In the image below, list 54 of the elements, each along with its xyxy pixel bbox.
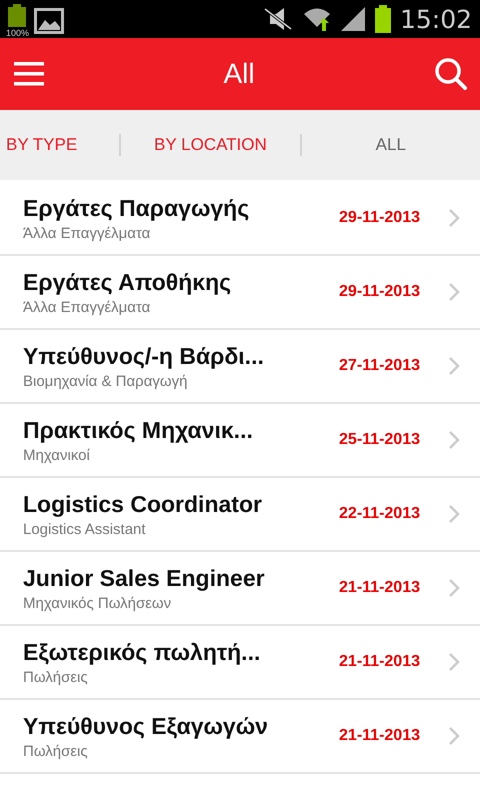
search-button[interactable] bbox=[434, 57, 468, 91]
job-row[interactable]: Υπεύθυνος/-η Βάρδι... Βιομηχανία & Παραγωγή 27-11-2013 bbox=[0, 330, 480, 404]
chevron-icon bbox=[448, 356, 460, 376]
mute-icon bbox=[262, 6, 294, 32]
job-title: Πρακτικός Μηχανικ... bbox=[23, 416, 254, 444]
job-title: Εξωτερικός πωλητή... bbox=[23, 638, 262, 666]
job-date: 27-11-2013 bbox=[339, 357, 420, 375]
job-category: Logistics Assistant bbox=[23, 520, 147, 538]
screen-title: All bbox=[223, 58, 255, 90]
menu-icon bbox=[14, 60, 44, 88]
chevron-icon bbox=[448, 652, 460, 672]
job-row[interactable]: Εργάτες Αποθήκης Άλλα Επαγγέλματα 29-11-2013 bbox=[0, 256, 480, 330]
tab[interactable]: BY TYPE bbox=[0, 129, 84, 161]
job-date: 25-11-2013 bbox=[339, 431, 420, 449]
chevron-icon bbox=[448, 208, 460, 228]
job-category: Άλλα Επαγγέλματα bbox=[23, 298, 152, 316]
search-icon bbox=[434, 57, 468, 91]
job-row[interactable]: Εργάτες Παραγωγής Άλλα Επαγγέλματα 29-11-2013 bbox=[0, 182, 480, 256]
tab[interactable]: ALL bbox=[302, 129, 480, 161]
chevron-icon bbox=[448, 726, 460, 746]
job-date: 21-11-2013 bbox=[339, 727, 420, 745]
job-category: Άλλα Επαγγέλματα bbox=[23, 224, 152, 242]
battery-icon bbox=[374, 5, 392, 33]
chevron-icon bbox=[448, 282, 460, 302]
job-title: Junior Sales Engineer bbox=[23, 564, 266, 592]
clock: 15:02 bbox=[400, 4, 472, 34]
chevron-icon bbox=[448, 578, 460, 598]
job-category: Πωλήσεις bbox=[23, 742, 89, 760]
job-date: 22-11-2013 bbox=[339, 505, 420, 523]
job-row[interactable]: Πρακτικός Μηχανικ... Μηχανικοί 25-11-2013 bbox=[0, 404, 480, 478]
job-title: Υπεύθυνος/-η Βάρδι... bbox=[23, 342, 265, 370]
job-date: 21-11-2013 bbox=[339, 579, 420, 597]
job-row[interactable]: Εξωτερικός πωλητή... Πωλήσεις 21-11-2013 bbox=[0, 626, 480, 700]
job-category: Μηχανικοί bbox=[23, 446, 91, 464]
job-row[interactable]: Junior Sales Engineer Μηχανικός Πωλήσεων 21-11-2013 bbox=[0, 552, 480, 626]
chevron-icon bbox=[448, 504, 460, 524]
job-category: Πωλήσεις bbox=[23, 668, 89, 686]
job-title: Υπεύθυνος Εξαγωγών bbox=[23, 712, 269, 740]
job-title: Logistics Coordinator bbox=[23, 490, 263, 518]
image-icon bbox=[34, 8, 64, 34]
job-title: Εργάτες Αποθήκης bbox=[23, 268, 232, 296]
job-date: 29-11-2013 bbox=[339, 209, 420, 227]
signal-icon bbox=[340, 6, 366, 32]
tab[interactable]: BY LOCATION bbox=[121, 129, 300, 161]
job-category: Μηχανικός Πωλήσεων bbox=[23, 594, 172, 612]
job-row[interactable]: Logistics Coordinator Logistics Assistant 22-11-2013 bbox=[0, 478, 480, 552]
job-date: 21-11-2013 bbox=[339, 653, 420, 671]
job-category: Βιομηχανία & Παραγωγή bbox=[23, 372, 188, 390]
job-date: 29-11-2013 bbox=[339, 283, 420, 301]
job-title: Εργάτες Παραγωγής bbox=[23, 194, 250, 222]
battery-percent: 100% bbox=[6, 28, 30, 38]
menu-button[interactable] bbox=[14, 60, 44, 88]
job-row[interactable]: Υπεύθυνος Εξαγωγών Πωλήσεις 21-11-2013 bbox=[0, 700, 480, 774]
chevron-icon bbox=[448, 430, 460, 450]
